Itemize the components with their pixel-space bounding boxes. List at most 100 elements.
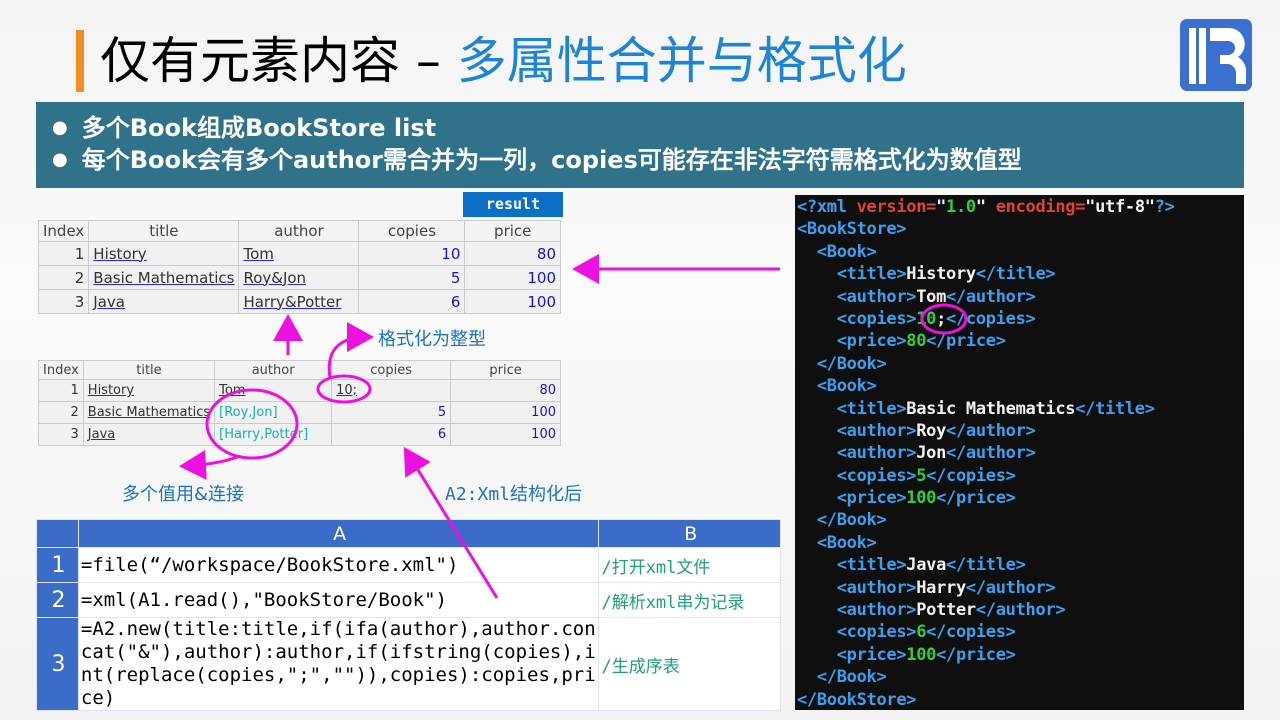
col-header-b[interactable]: B [598,519,781,548]
cell-author[interactable]: Tom [243,245,273,263]
row-header[interactable]: 2 [36,582,79,618]
xml-line: <price>80</price> [797,330,1244,352]
xml-token [797,555,837,575]
cell-a3[interactable]: =A2.new(title:title,if(ifa(author),autho… [77,617,600,711]
xml-token [797,466,837,486]
col-header-a[interactable]: A [77,519,600,548]
xml-token: <Book> [816,241,877,262]
table-row[interactable]: 2 Basic Mathematics Roy&Jon 5 100 [37,265,561,290]
xml-token: <price> [836,644,907,665]
xml-line: <Book> [797,241,1244,263]
annotation-concat: 多个值用&连接 [122,484,245,505]
cell-index: 1 [38,379,84,402]
xml-source-panel: <?xml version="1.0" encoding="utf-8"?> <B… [795,195,1244,710]
cell-copies: 6 [358,289,466,314]
xml-token: </BookStore> [797,689,917,710]
raw-table: Index title author copies price 1 History… [38,360,561,446]
cell-price: 100 [450,401,561,424]
table-row[interactable]: 2 Basic Mathematics [Roy,Jon] 5 100 [38,401,561,424]
cell-title[interactable]: History [88,383,134,398]
xml-token: </author> [965,577,1056,598]
table-row[interactable]: 3 Java Harry&Potter 6 100 [37,289,561,314]
xml-line: </Book> [797,353,1244,375]
table-row[interactable]: 1 History Tom 10; 80 [38,379,561,402]
spreadsheet-grid: AB 1 =file(“/workspace/BookStore.xml")/打开… [36,519,781,711]
xml-token: version= [856,197,937,217]
xml-token: </price> [936,644,1016,665]
xml-token: encoding= [995,197,1086,217]
row-header[interactable]: 3 [36,617,79,711]
xml-line: </Book> [797,666,1244,688]
xml-line: <copies>6</copies> [797,621,1244,643]
col-header: title [88,220,240,242]
title-part2: 多属性合并与格式化 [456,32,907,90]
cell-copies[interactable]: 10; [336,383,357,398]
xml-line: <author>Tom</author> [797,286,1244,308]
xml-token: </author> [946,420,1036,441]
table-row[interactable]: 1 History Tom 10 80 [37,241,561,266]
cell-title[interactable]: Basic Mathematics [93,269,234,287]
xml-line: <price>100</price> [797,487,1244,509]
cell-author[interactable]: Tom [219,383,245,398]
xml-token: </copies> [926,622,1016,643]
cell-copies: 6 [331,423,452,446]
xml-token: Harry [916,577,966,598]
cell-b2[interactable]: /解析xml串为记录 [598,582,781,618]
xml-line: <author>Jon</author> [797,442,1244,464]
cell-index: 3 [37,289,90,314]
cell-a1[interactable]: =file(“/workspace/BookStore.xml") [77,547,600,583]
result-label: result [463,192,563,217]
cell-title[interactable]: Basic Mathematics [88,405,210,420]
cell-author[interactable]: Harry&Potter [243,293,341,311]
cell-author[interactable]: Roy&Jon [243,269,306,287]
cell-b1[interactable]: /打开xml文件 [598,547,781,583]
cell-index: 1 [37,241,90,266]
bullet-item: 多个Book组成BookStore list [52,112,1244,144]
xml-token: <author> [836,577,917,598]
xml-token: "utf-8" [1085,197,1155,217]
xml-token: Jon [916,443,947,464]
cell-title[interactable]: History [93,245,146,263]
col-header: copies [358,220,466,242]
result-table: Index title author copies price 1 History… [37,220,561,314]
cell-b3[interactable]: /生成序表 [598,617,781,711]
xml-token: </copies> [946,308,1036,329]
xml-token [797,488,837,508]
cell-a2[interactable]: =xml(A1.read(),"BookStore/Book") [77,582,600,618]
table-row[interactable]: 3 Java [Harry,Potter] 6 100 [38,423,561,446]
annotation-structured: A2:Xml结构化后 [445,484,583,505]
xml-token [797,264,837,284]
xml-token: <Book> [816,376,877,397]
xml-token [797,600,837,620]
cell-price: 100 [450,423,561,446]
cell-title[interactable]: Java [93,293,125,311]
xml-token: <price> [836,331,907,352]
cell-author: [Harry,Potter] [214,423,333,446]
xml-line: <author>Potter</author> [797,599,1244,621]
xml-token [797,667,817,687]
xml-token [797,443,837,463]
row-header[interactable]: 1 [36,547,79,583]
xml-token: <Book> [816,532,877,553]
xml-token: 6 [916,622,927,643]
xml-token: </Book> [816,353,887,374]
xml-token: </author> [946,443,1036,464]
xml-line: <copies>10;</copies> [797,308,1244,330]
xml-line: <?xml version="1.0" encoding="utf-8"?> [797,196,1244,218]
arrow-concat [179,449,241,480]
xml-token: <title> [836,555,907,576]
cell-copies: 5 [358,265,466,290]
col-header: Index [38,360,84,380]
xml-token: <copies> [836,622,917,643]
xml-token: <author> [836,420,917,441]
xml-token: </price> [936,488,1016,509]
xml-line: <author>Harry</author> [797,577,1244,599]
xml-token: Tom [916,286,947,307]
cell-title[interactable]: Java [88,427,115,442]
xml-line: <price>100</price> [797,644,1244,666]
xml-token: 1.0 [946,197,976,217]
xml-token: <title> [836,398,907,419]
xml-line: <BookStore> [797,218,1244,240]
xml-token [797,399,837,419]
cell-price: 100 [464,289,561,314]
